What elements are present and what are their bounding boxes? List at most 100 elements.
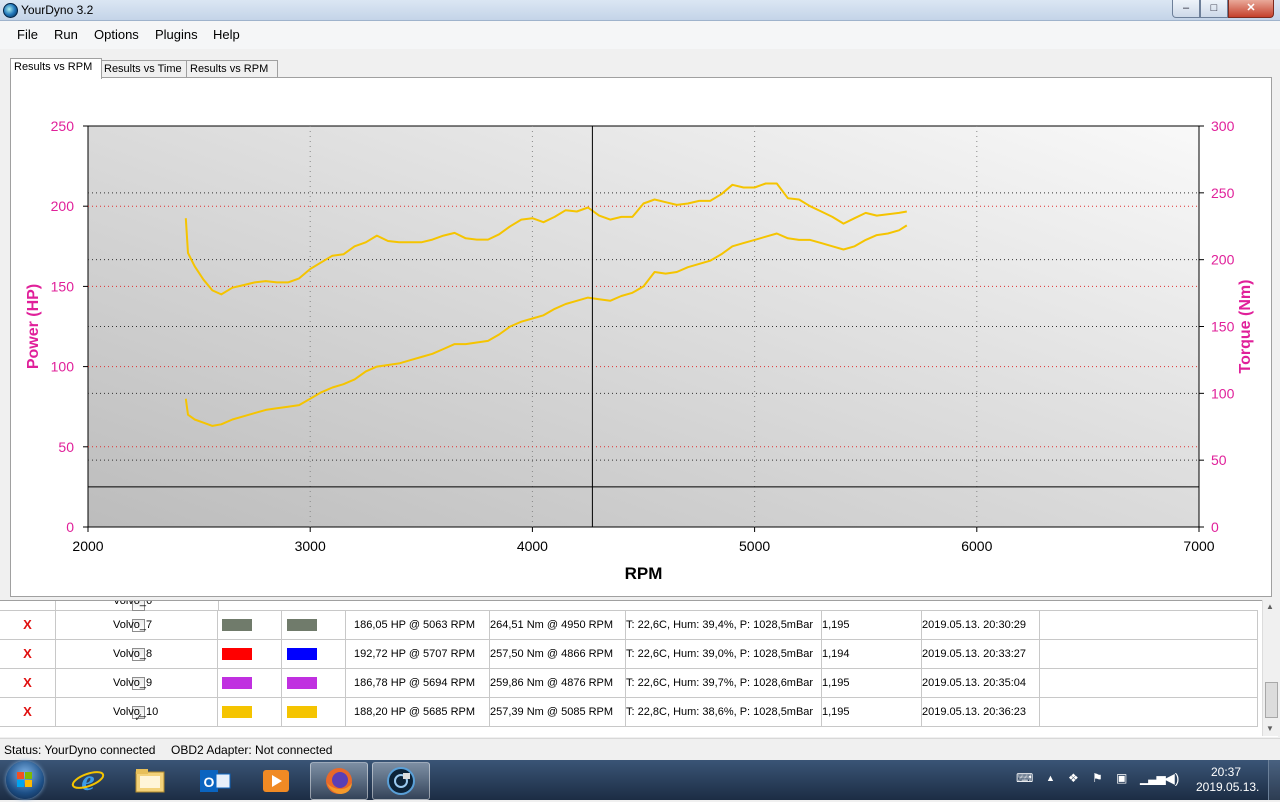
run-name: Volvo_10 bbox=[113, 706, 159, 718]
delete-run-button[interactable]: X bbox=[0, 611, 56, 639]
close-button[interactable]: ✕ bbox=[1228, 0, 1274, 18]
clock-time: 20:37 bbox=[1210, 765, 1242, 779]
tab-results-vs-rpm-2[interactable]: Results vs RPM bbox=[186, 60, 278, 78]
window-title: YourDyno 3.2 bbox=[21, 3, 94, 17]
y-right-tick-label: 300 bbox=[1211, 118, 1235, 134]
menu-help[interactable]: Help bbox=[209, 27, 244, 42]
color-swatch-1[interactable] bbox=[222, 619, 252, 631]
keyboard-icon[interactable]: ⌨ bbox=[1016, 771, 1033, 785]
table-row[interactable]: X Volvo_9 186,78 HP @ 5694 RPM 259,86 Nm @ … bbox=[0, 669, 1258, 698]
y-right-tick-label: 250 bbox=[1211, 185, 1235, 201]
media-player-icon[interactable] bbox=[248, 762, 304, 798]
y-right-tick-label: 100 bbox=[1211, 385, 1235, 401]
color-cell-2[interactable] bbox=[282, 698, 346, 726]
timestamp-cell: 2019.05.13. 20:36:23 bbox=[914, 698, 1040, 726]
run-cell: Volvo_8 bbox=[56, 640, 218, 668]
y-right-tick-label: 150 bbox=[1211, 319, 1235, 335]
color-swatch-2[interactable] bbox=[287, 648, 317, 660]
table-row-partial: Volvo_6 bbox=[0, 601, 1258, 611]
color-cell-2[interactable] bbox=[282, 669, 346, 697]
table-row[interactable]: X ✓ Volvo_10 188,20 HP @ 5685 RPM 257,39 Nm … bbox=[0, 698, 1258, 727]
maximize-button[interactable]: □ bbox=[1200, 0, 1228, 18]
dyno-chart[interactable]: 2000 3000 4000 5000 6000 7000 0 50 100 150 200 250 0… bbox=[14, 82, 1268, 588]
color-cell-1[interactable] bbox=[218, 640, 282, 668]
color-swatch-2[interactable] bbox=[287, 619, 317, 631]
menu-run[interactable]: Run bbox=[50, 27, 82, 42]
empty-cell bbox=[1032, 669, 1258, 697]
scroll-down-icon[interactable]: ▼ bbox=[1266, 724, 1274, 733]
color-cell-1[interactable] bbox=[218, 611, 282, 639]
conditions-cell: T: 22,8C, Hum: 38,6%, P: 1028,5mBar bbox=[618, 698, 822, 726]
y-right-tick-label: 0 bbox=[1211, 519, 1219, 535]
clock[interactable]: 20:37 2019.05.13. bbox=[1196, 765, 1260, 795]
color-swatch-1[interactable] bbox=[222, 706, 252, 718]
action-center-flag-icon[interactable]: ⚑ bbox=[1092, 771, 1103, 785]
x-tick-label: 3000 bbox=[295, 538, 326, 554]
minimize-button[interactable]: – bbox=[1172, 0, 1200, 18]
tab-results-vs-time[interactable]: Results vs Time bbox=[100, 60, 188, 78]
run-name: Volvo_8 bbox=[113, 648, 153, 660]
y-left-tick-label: 100 bbox=[51, 359, 75, 375]
x-tick-label: 7000 bbox=[1183, 538, 1214, 554]
start-button[interactable] bbox=[6, 761, 44, 799]
run-cell: Volvo_7 bbox=[56, 611, 218, 639]
x-axis-label: RPM bbox=[625, 564, 663, 583]
dropbox-icon[interactable]: ❖ bbox=[1068, 771, 1079, 785]
menu-bar: File Run Options Plugins Help bbox=[0, 21, 1280, 49]
color-swatch-1[interactable] bbox=[222, 648, 252, 660]
svg-text:O: O bbox=[204, 774, 215, 790]
max-torque-cell: 259,86 Nm @ 4876 RPM bbox=[482, 669, 626, 697]
y-right-tick-label: 200 bbox=[1211, 252, 1235, 268]
yourdyno-app-icon bbox=[3, 3, 18, 18]
device-icon[interactable]: ▣ bbox=[1116, 771, 1127, 785]
table-row[interactable]: X Volvo_7 186,05 HP @ 5063 RPM 264,51 Nm @ … bbox=[0, 611, 1258, 640]
color-cell-2[interactable] bbox=[282, 611, 346, 639]
timestamp-cell: 2019.05.13. 20:33:27 bbox=[914, 640, 1040, 668]
color-swatch-1[interactable] bbox=[222, 677, 252, 689]
color-cell-1[interactable] bbox=[218, 669, 282, 697]
delete-run-button[interactable]: X bbox=[0, 669, 56, 697]
file-explorer-icon[interactable] bbox=[122, 762, 178, 798]
show-desktop-button[interactable] bbox=[1268, 760, 1280, 800]
status-bar: Status: YourDyno connected OBD2 Adapter:… bbox=[0, 738, 1280, 761]
timestamp-cell: 2019.05.13. 20:30:29 bbox=[914, 611, 1040, 639]
run-cell: ✓ Volvo_10 bbox=[56, 698, 218, 726]
show-hidden-icons[interactable]: ▲ bbox=[1046, 773, 1055, 783]
delete-run-button[interactable]: X bbox=[0, 640, 56, 668]
menu-file[interactable]: File bbox=[13, 27, 42, 42]
outlook-icon[interactable]: O bbox=[186, 762, 242, 798]
table-scrollbar[interactable]: ▲ ▼ bbox=[1262, 600, 1279, 736]
taskbar: e O ⌨ ▲ ❖ ⚑ ▣ ▁▃▅ ◀) 20:37 2019.05.13. bbox=[0, 760, 1280, 800]
run-cell: Volvo_9 bbox=[56, 669, 218, 697]
y-axis-right-label: Torque (Nm) bbox=[1237, 280, 1254, 374]
yourdyno-icon[interactable] bbox=[372, 762, 430, 800]
max-torque-cell: 264,51 Nm @ 4950 RPM bbox=[482, 611, 626, 639]
y-left-tick-label: 50 bbox=[58, 439, 74, 455]
delete-run-button[interactable]: X bbox=[0, 698, 56, 726]
conditions-cell: T: 22,6C, Hum: 39,7%, P: 1028,6mBar bbox=[618, 669, 822, 697]
scroll-up-icon[interactable]: ▲ bbox=[1266, 602, 1274, 611]
windows-logo-icon bbox=[17, 772, 33, 788]
table-row[interactable]: X Volvo_8 192,72 HP @ 5707 RPM 257,50 Nm @ … bbox=[0, 640, 1258, 669]
color-cell-1[interactable] bbox=[218, 698, 282, 726]
scrollbar-thumb[interactable] bbox=[1265, 682, 1278, 718]
max-power-cell: 188,20 HP @ 5685 RPM bbox=[346, 698, 490, 726]
color-cell-2[interactable] bbox=[282, 640, 346, 668]
color-swatch-2[interactable] bbox=[287, 677, 317, 689]
signal-icon[interactable]: ▁▃▅ bbox=[1140, 771, 1166, 785]
empty-cell bbox=[1032, 698, 1258, 726]
svg-text:e: e bbox=[81, 764, 94, 797]
menu-options[interactable]: Options bbox=[90, 27, 143, 42]
tab-results-vs-rpm[interactable]: Results vs RPM bbox=[10, 58, 102, 79]
empty-cell bbox=[1032, 640, 1258, 668]
conditions-cell: T: 22,6C, Hum: 39,0%, P: 1028,5mBar bbox=[618, 640, 822, 668]
color-swatch-2[interactable] bbox=[287, 706, 317, 718]
firefox-icon[interactable] bbox=[310, 762, 368, 800]
title-bar: YourDyno 3.2 – □ ✕ bbox=[0, 0, 1280, 21]
clock-date: 2019.05.13. bbox=[1196, 780, 1260, 794]
correction-factor-cell: 1,195 bbox=[814, 698, 922, 726]
run-name: Volvo_7 bbox=[113, 619, 153, 631]
internet-explorer-icon[interactable]: e bbox=[60, 762, 116, 798]
volume-icon[interactable]: ◀) bbox=[1164, 770, 1179, 787]
menu-plugins[interactable]: Plugins bbox=[151, 27, 202, 42]
